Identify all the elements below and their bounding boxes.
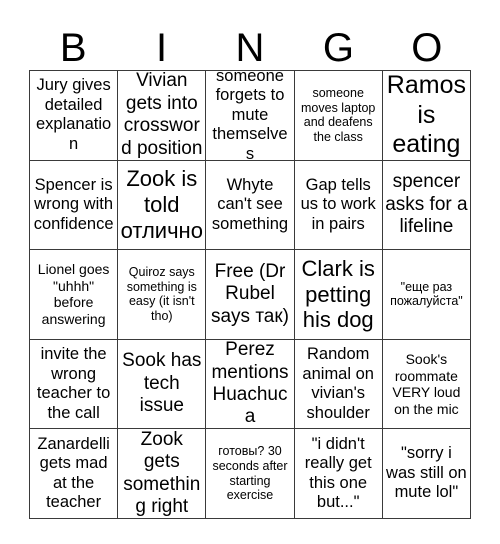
bingo-cell-text: Gap tells us to work in pairs — [300, 175, 376, 233]
bingo-cell[interactable]: Sook's roommate VERY loud on the mic — [382, 339, 471, 430]
bingo-cell-text: Vivian gets into crossword position — [121, 71, 203, 159]
bingo-cell[interactable]: Vivian gets into crossword position — [118, 71, 207, 161]
bingo-cell[interactable]: Ramos is eating — [382, 71, 471, 161]
header-letter-b: B — [59, 26, 87, 70]
bingo-cell[interactable]: Zook gets something right — [118, 429, 207, 519]
bingo-cell-text: invite the wrong teacher to the call — [36, 345, 111, 422]
bingo-cell[interactable]: Whyte can't see something — [206, 160, 295, 251]
bingo-free-space[interactable]: Free (Dr Rubel says так) — [206, 250, 295, 340]
bingo-cell[interactable]: spencer asks for a lifeline — [382, 160, 471, 251]
bingo-cell[interactable]: Zook is told отлично — [118, 160, 207, 251]
bingo-grid: Jury gives detailed explanation Vivian ge… — [29, 70, 471, 519]
bingo-cell[interactable]: Spencer is wrong with confidence — [30, 160, 119, 251]
bingo-cell-text: someone moves laptop and deafens the cla… — [301, 85, 376, 145]
bingo-cell-text: Jury gives detailed explanation — [35, 76, 112, 153]
bingo-cell[interactable]: Lionel goes "uhhh" before answering — [30, 250, 119, 340]
bingo-cell-text: "еще раз пожалуйста" — [390, 279, 463, 309]
bingo-cell[interactable]: Random animal on vivian's shoulder — [294, 339, 383, 430]
bingo-cell[interactable]: "i didn't really get this one but..." — [294, 429, 383, 519]
header-letter-o: O — [411, 26, 443, 70]
bingo-cell-text: Clark is petting his dog — [301, 255, 375, 333]
bingo-cell-text: Spencer is wrong with confidence — [33, 175, 114, 233]
bingo-cell[interactable]: someone forgets to mute themselves — [206, 71, 295, 161]
bingo-cell[interactable]: Quiroz says something is easy (it isn't … — [118, 250, 207, 340]
bingo-cell-text: Sook's roommate VERY loud on the mic — [392, 351, 461, 417]
bingo-cell[interactable]: Sook has tech issue — [118, 339, 207, 430]
bingo-cell[interactable]: Gap tells us to work in pairs — [294, 160, 383, 251]
bingo-cell-text: Zanardelli gets mad at the teacher — [37, 434, 110, 512]
bingo-cell-text: spencer asks for a lifeline — [385, 171, 468, 238]
bingo-cell[interactable]: Jury gives detailed explanation — [30, 71, 119, 161]
bingo-cell-text: Zook gets something right — [123, 429, 201, 518]
bingo-cell-text: someone forgets to mute themselves — [212, 71, 288, 161]
bingo-cell[interactable]: Perez mentions Huachuca — [206, 339, 295, 430]
bingo-cell-text: "sorry i was still on mute lol" — [386, 444, 467, 502]
bingo-cell[interactable]: "sorry i was still on mute lol" — [382, 429, 471, 519]
header-letter-n: N — [235, 26, 265, 70]
bingo-cell-text: Lionel goes "uhhh" before answering — [37, 261, 110, 327]
bingo-cell-text: Random animal on vivian's shoulder — [302, 345, 374, 422]
bingo-header-row: B I N G O — [29, 12, 471, 70]
bingo-cell[interactable]: "еще раз пожалуйста" — [382, 250, 471, 340]
bingo-cell-text: Sook has tech issue — [122, 350, 202, 417]
bingo-cell-text: Quiroz says something is easy (it isn't … — [126, 264, 197, 324]
bingo-cell-text: Zook is told отлично — [120, 165, 203, 243]
bingo-cell[interactable]: Zanardelli gets mad at the teacher — [30, 429, 119, 519]
bingo-cell[interactable]: Clark is petting his dog — [294, 250, 383, 340]
bingo-cell-text: "i didn't really get this one but..." — [304, 434, 372, 512]
bingo-cell-text: Perez mentions Huachuca — [211, 339, 289, 428]
header-letter-i: I — [156, 26, 168, 70]
header-letter-g: G — [322, 26, 354, 70]
bingo-cell[interactable]: invite the wrong teacher to the call — [30, 339, 119, 430]
bingo-cell[interactable]: someone moves laptop and deafens the cla… — [294, 71, 383, 161]
bingo-cell-text: Ramos is eating — [386, 71, 466, 159]
bingo-cell[interactable]: готовы? 30 seconds after starting exerci… — [206, 429, 295, 519]
bingo-cell-text: Whyte can't see something — [211, 175, 289, 233]
bingo-cell-text: готовы? 30 seconds after starting exerci… — [212, 444, 288, 503]
bingo-card: B I N G O Jury gives detailed explanatio… — [29, 12, 471, 519]
bingo-cell-text: Free (Dr Rubel says так) — [210, 260, 290, 327]
